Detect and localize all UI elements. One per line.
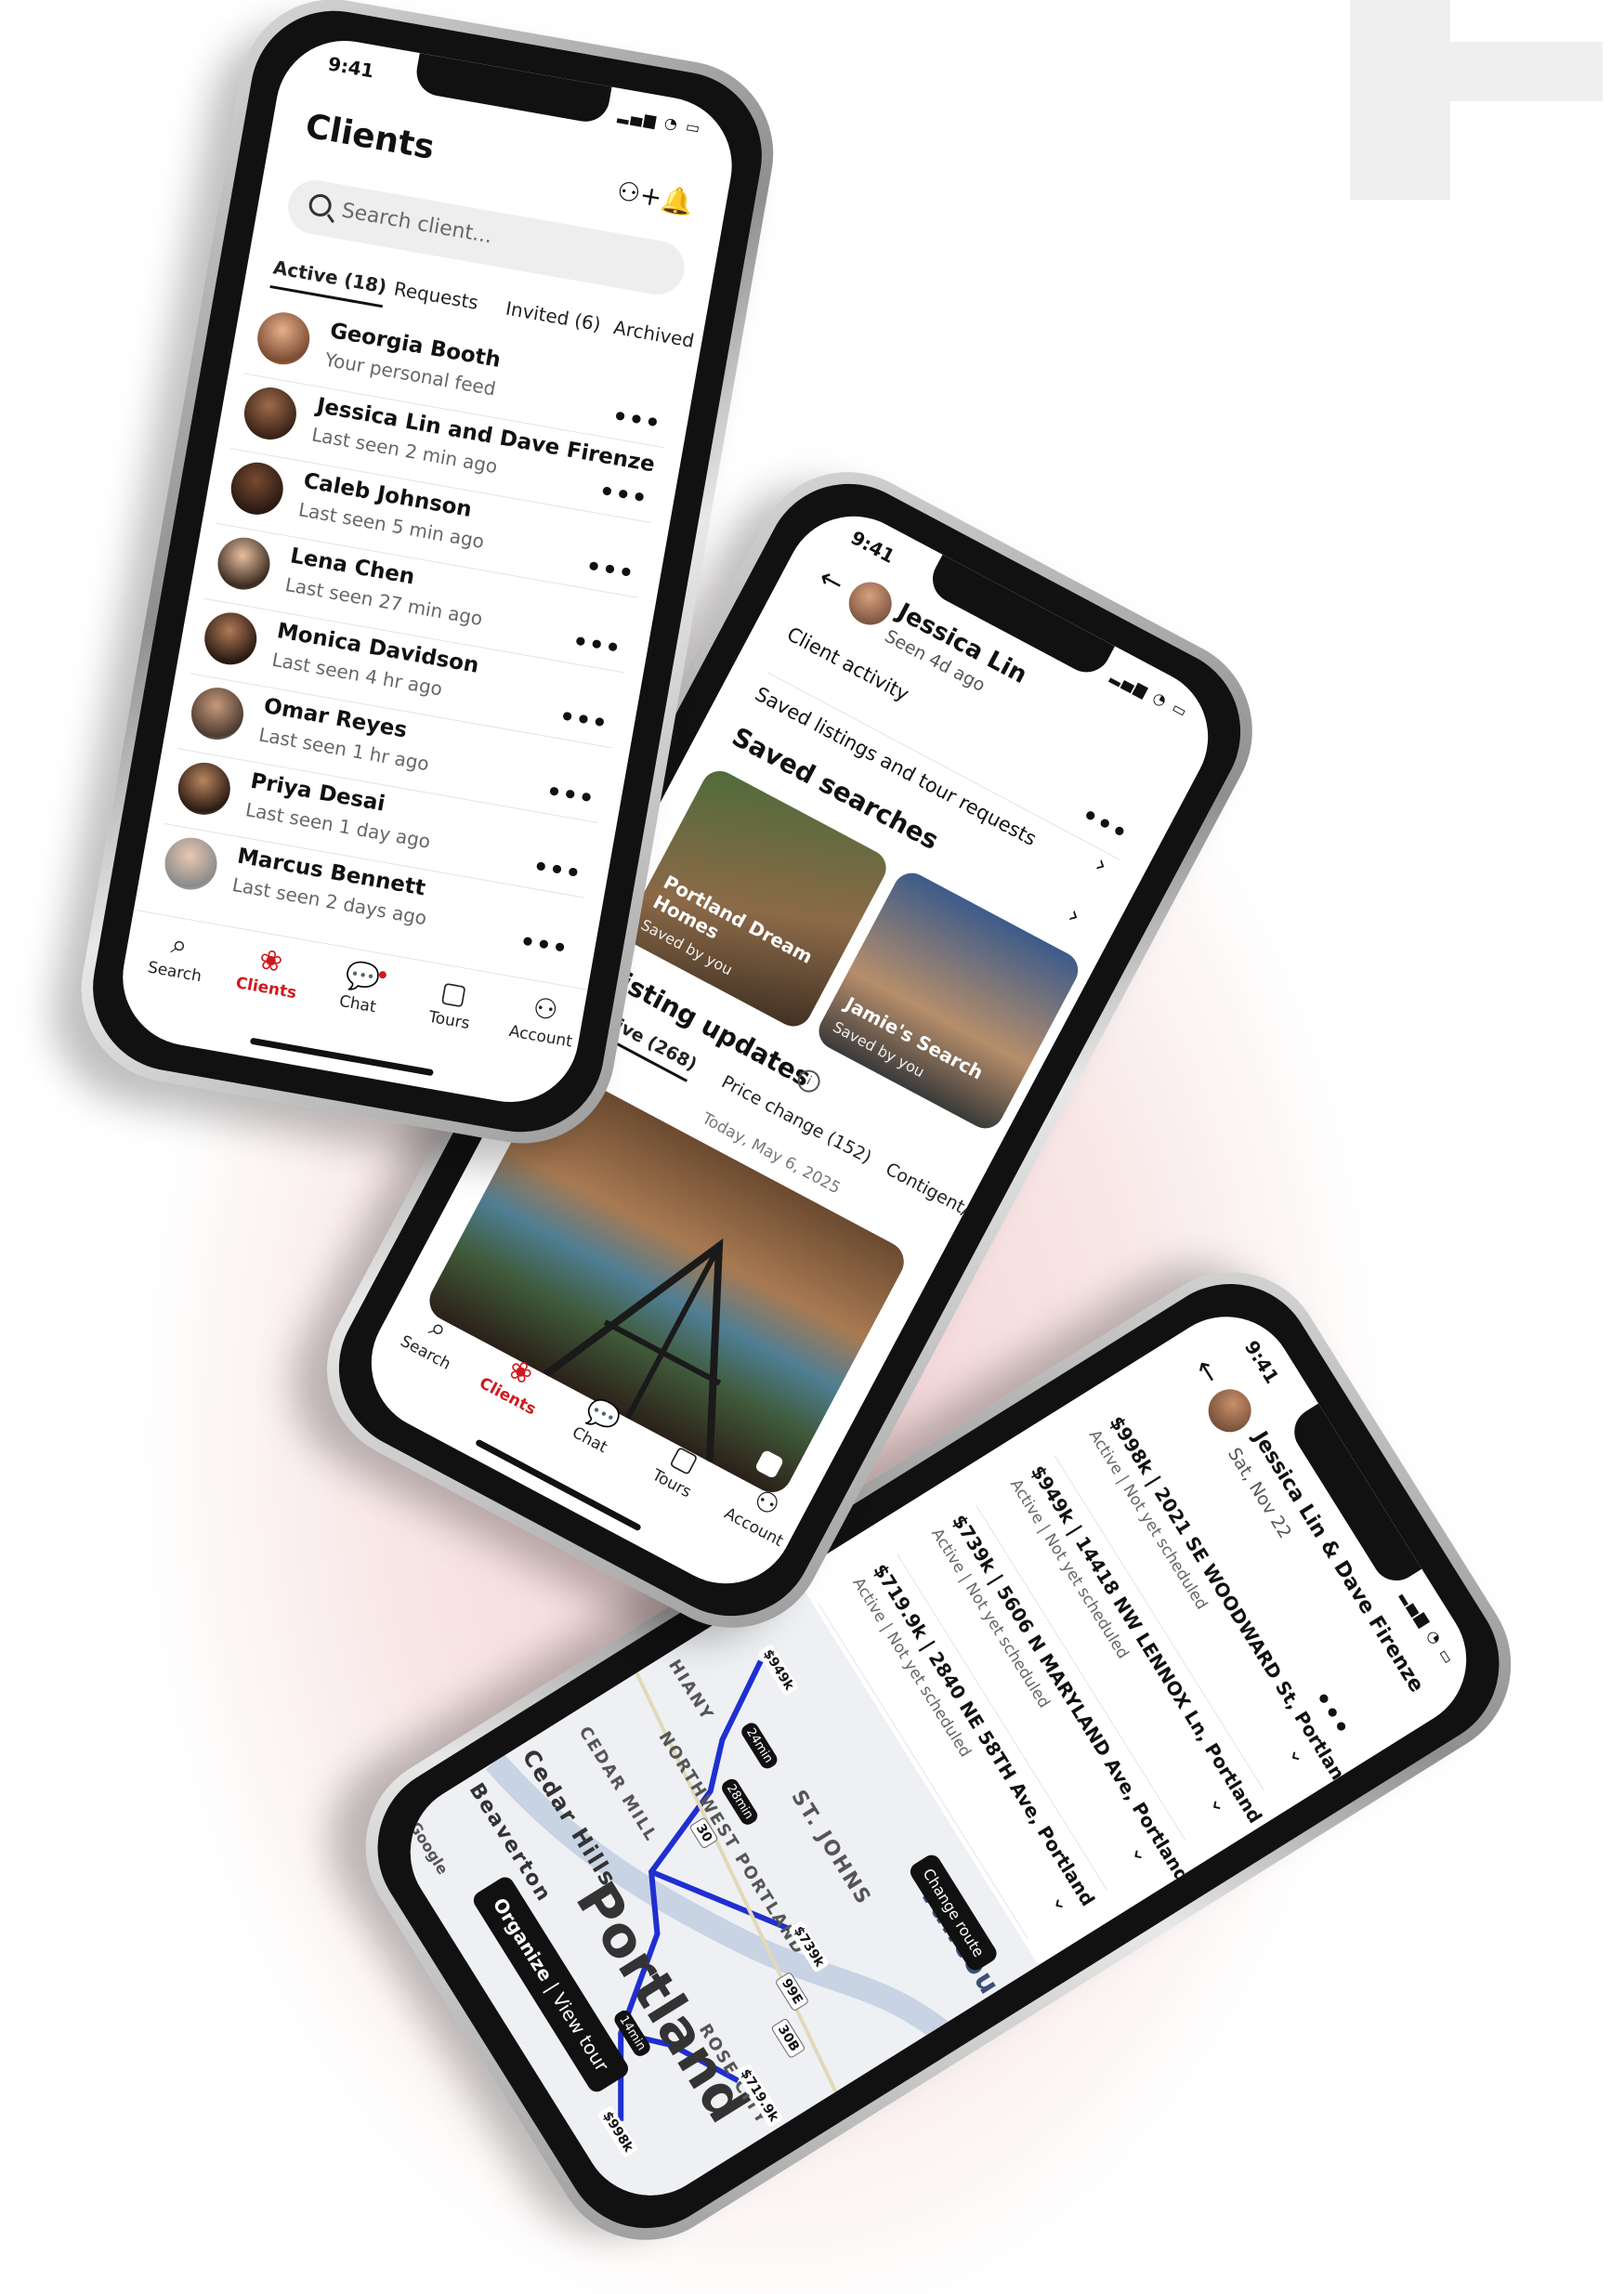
nav-search[interactable]: ⌕ Search [132, 921, 224, 989]
search-placeholder: Search client... [339, 199, 494, 249]
avatar [187, 683, 248, 744]
avatar [841, 574, 899, 633]
nav-chat[interactable]: 💬 Chat [315, 953, 407, 1021]
chevron-right-icon[interactable]: › [1064, 901, 1085, 930]
avatar [174, 758, 235, 819]
avatar [200, 608, 261, 669]
saved-search-owner: Save [1021, 1120, 1063, 1153]
status-time: 9:41 [1239, 1336, 1284, 1388]
tab-invited[interactable]: Invited (6) [504, 297, 602, 336]
more-icon[interactable]: ••• [557, 702, 610, 739]
tab-requests[interactable]: Requests [392, 277, 479, 314]
avatar [240, 383, 301, 444]
nav-tours[interactable]: ▢ Tours [406, 969, 498, 1037]
bell-icon[interactable]: 🔔 [659, 183, 696, 219]
avatar [1199, 1381, 1260, 1440]
more-icon[interactable]: ••• [530, 853, 583, 889]
signal-icon: ▂▄▆ ◔ ▭ [616, 105, 703, 138]
avatar [161, 833, 221, 895]
tab-active[interactable]: Active (18) [269, 256, 389, 308]
signal-icon: ▂▄▆ ◔ ▭ [1108, 665, 1192, 722]
avatar [253, 308, 314, 369]
tab-contingent[interactable]: Contigent/Pen [882, 1159, 1001, 1235]
page-title: Clients [302, 107, 438, 167]
status-time: 9:41 [326, 52, 376, 83]
add-user-icon[interactable]: ⚇+ [614, 176, 664, 214]
status-time: 9:41 [846, 526, 899, 568]
avatar [227, 458, 288, 519]
nav-account[interactable]: ⚇ Account [713, 1468, 812, 1554]
notch [413, 53, 612, 125]
nav-account[interactable]: ⚇ Account [498, 986, 590, 1054]
more-icon[interactable]: ••• [596, 478, 649, 514]
more-icon[interactable]: ••• [583, 553, 636, 589]
saved-search-title: Port [1033, 1095, 1083, 1135]
more-icon[interactable]: ••• [570, 628, 623, 664]
more-icon[interactable]: ••• [517, 928, 570, 964]
back-button[interactable]: ← [813, 561, 849, 601]
plus-decoration-bar [1350, 42, 1603, 101]
search-icon [307, 192, 334, 218]
nav-clients[interactable]: ❀ Clients [223, 937, 315, 1005]
avatar [214, 533, 274, 595]
more-icon[interactable]: ••• [610, 402, 663, 439]
more-icon[interactable]: ••• [544, 778, 596, 814]
back-button[interactable]: ← [1187, 1353, 1227, 1390]
tab-archived[interactable]: Archived [612, 316, 696, 352]
